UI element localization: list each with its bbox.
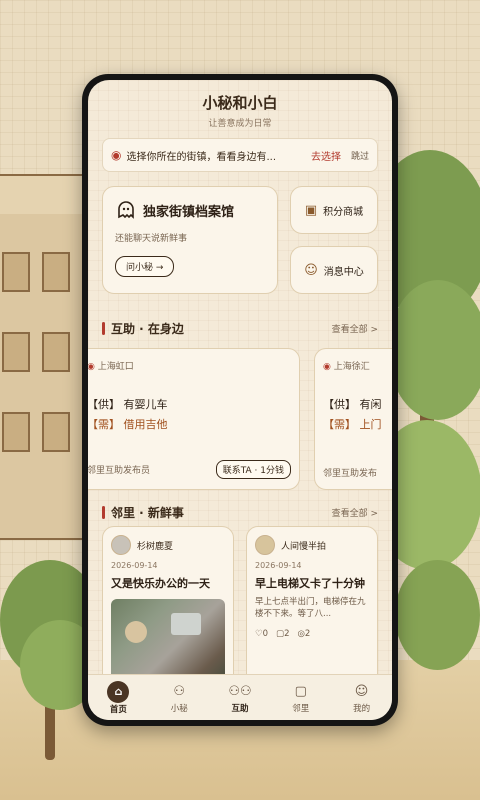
points-mall-label: 积分商城 bbox=[323, 206, 364, 218]
post-title: 又是快乐办公的一天 bbox=[111, 577, 210, 590]
app-header: 小秘和小白 让善意成为日常 bbox=[88, 80, 392, 129]
comment-count[interactable]: ▢2 bbox=[276, 629, 289, 639]
comment-icon: ▢ bbox=[276, 628, 285, 639]
archive-title: 独家街镇档案馆 bbox=[143, 204, 235, 220]
news-view-all-link[interactable]: 查看全部 > bbox=[332, 506, 378, 519]
help-section-header: 互助 · 在身边 查看全部 > bbox=[102, 318, 378, 338]
post-body: 早上七点半出门，电梯停在九楼不下来。等了八... bbox=[255, 597, 366, 620]
archive-desc: 还能聊天说新鲜事 bbox=[115, 234, 188, 244]
help-card-location: ◉ 上海虹口 bbox=[88, 362, 134, 372]
ghost-icon bbox=[118, 201, 134, 219]
help-card-publisher: 邻里互助发布 bbox=[323, 469, 378, 479]
user-icon: ☺ bbox=[354, 683, 369, 699]
home-icon: ⌂ bbox=[107, 680, 130, 703]
news-section-title: 邻里 · 新鲜事 bbox=[111, 505, 184, 520]
face-icon: ☺ bbox=[304, 262, 318, 278]
choose-location-link[interactable]: 去选择 bbox=[311, 148, 341, 163]
app-subtitle: 让善意成为日常 bbox=[208, 119, 272, 129]
points-mall-button[interactable]: ▣ 积分商城 bbox=[290, 186, 378, 234]
avatar bbox=[111, 535, 131, 555]
app-screen: 小秘和小白 让善意成为日常 ◉ 选择你所在的街镇，看看身边有... 去选择 跳过… bbox=[88, 80, 392, 720]
help-card-publisher: 邻里互助发布员 bbox=[88, 466, 151, 476]
tab-help[interactable]: ⚇⚇ 互助 bbox=[210, 675, 271, 720]
help-section-title: 互助 · 在身边 bbox=[111, 321, 184, 336]
post-date: 2026-09-14 bbox=[111, 561, 158, 570]
location-prompt: 选择你所在的街镇，看看身边有... bbox=[126, 151, 277, 163]
tab-home[interactable]: ⌂ 首页 bbox=[88, 675, 149, 720]
like-count[interactable]: ♡0 bbox=[255, 629, 268, 639]
view-count: ◎2 bbox=[297, 628, 311, 639]
chat-icon: ▢ bbox=[294, 683, 307, 699]
skip-button[interactable]: 跳过 bbox=[351, 149, 369, 162]
group-icon: ⚇⚇ bbox=[228, 683, 252, 699]
tab-xiaomi[interactable]: ⚇ 小秘 bbox=[149, 675, 210, 720]
message-center-label: 消息中心 bbox=[323, 266, 364, 278]
post-author: 杉树鹿夏 bbox=[137, 541, 174, 552]
map-pin-icon: ◉ bbox=[88, 362, 95, 372]
help-card-supply: 【供】 有闲 bbox=[323, 398, 382, 411]
phone-frame: 小秘和小白 让善意成为日常 ◉ 选择你所在的街镇，看看身边有... 去选择 跳过… bbox=[82, 74, 398, 726]
contact-button[interactable]: 联系TA · 1分钱 bbox=[215, 460, 291, 479]
map-pin-icon: ◉ bbox=[111, 148, 122, 162]
post-card[interactable]: 杉树鹿夏 2026-09-14 又是快乐办公的一天 bbox=[102, 526, 234, 696]
help-card-need: 【需】 上门 bbox=[323, 418, 382, 431]
eye-icon: ◎ bbox=[297, 628, 305, 639]
heart-icon: ♡ bbox=[255, 628, 263, 639]
help-card-supply: 【供】 有婴儿车 bbox=[88, 398, 168, 411]
ghost-icon: ⚇ bbox=[173, 683, 186, 699]
archive-card[interactable]: 独家街镇档案馆 还能聊天说新鲜事 问小秘 → bbox=[102, 186, 278, 294]
news-section-header: 邻里 · 新鲜事 查看全部 > bbox=[102, 502, 378, 522]
post-date: 2026-09-14 bbox=[255, 561, 302, 570]
help-card-need: 【需】 借用吉他 bbox=[88, 418, 168, 431]
bottom-tab-bar: ⌂ 首页 ⚇ 小秘 ⚇⚇ 互助 ▢ 邻里 ☺ 我的 bbox=[88, 674, 392, 720]
help-card[interactable]: ◉ 上海徐汇 【供】 有闲 【需】 上门 邻里互助发布 bbox=[314, 348, 392, 490]
help-card[interactable]: ◉ 上海虹口 【供】 有婴儿车 【需】 借用吉他 邻里互助发布员 联系TA · … bbox=[88, 348, 300, 490]
ask-xiaomi-button[interactable]: 问小秘 → bbox=[115, 256, 175, 277]
help-view-all-link[interactable]: 查看全部 > bbox=[332, 322, 378, 335]
help-card-location: ◉ 上海徐汇 bbox=[323, 362, 370, 372]
avatar bbox=[255, 535, 275, 555]
app-title: 小秘和小白 bbox=[202, 94, 278, 112]
post-author: 人间慢半拍 bbox=[281, 541, 327, 552]
building-illustration bbox=[0, 174, 103, 540]
gift-icon: ▣ bbox=[304, 202, 318, 218]
message-center-button[interactable]: ☺ 消息中心 bbox=[290, 246, 378, 294]
tab-neighbors[interactable]: ▢ 邻里 bbox=[270, 675, 331, 720]
post-card[interactable]: 人间慢半拍 2026-09-14 早上电梯又卡了十分钟 早上七点半出门，电梯停在… bbox=[246, 526, 378, 686]
tab-me[interactable]: ☺ 我的 bbox=[331, 675, 392, 720]
map-pin-icon: ◉ bbox=[323, 362, 331, 372]
location-bar[interactable]: ◉ 选择你所在的街镇，看看身边有... 去选择 跳过 bbox=[102, 138, 378, 172]
post-title: 早上电梯又卡了十分钟 bbox=[255, 577, 365, 590]
